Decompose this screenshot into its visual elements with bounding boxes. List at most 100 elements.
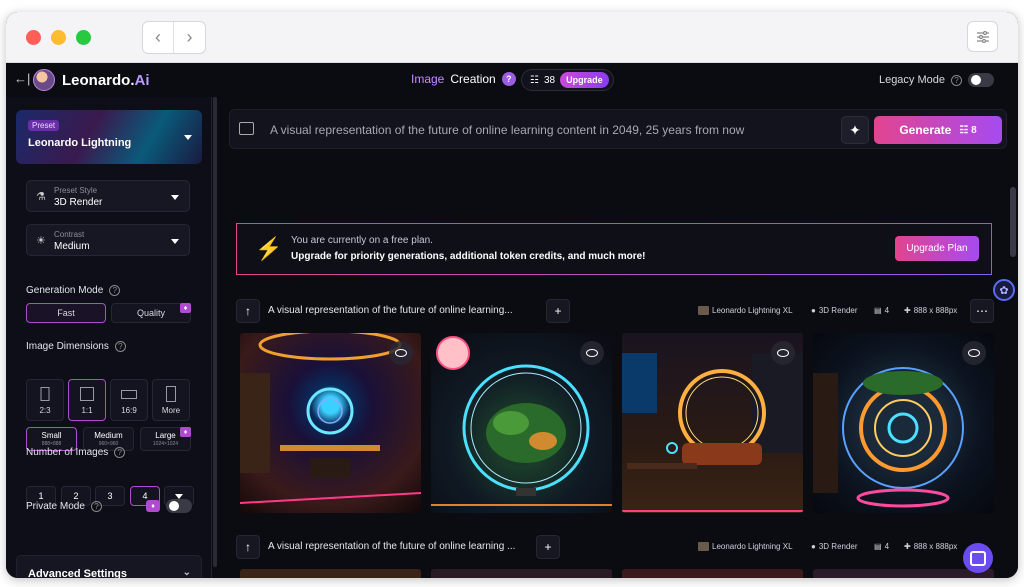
- eye-icon[interactable]: [580, 341, 604, 365]
- mode-fast-button[interactable]: Fast: [26, 303, 106, 323]
- ratio-more-button[interactable]: More: [152, 379, 190, 421]
- lightning-icon: ⚡: [255, 236, 283, 261]
- help-icon[interactable]: ?: [501, 72, 516, 86]
- generation-mode-heading: Generation Mode?: [26, 285, 121, 296]
- forward-button[interactable]: ›: [174, 22, 205, 53]
- prompt-input[interactable]: A visual representation of the future of…: [270, 123, 744, 137]
- generated-image-2[interactable]: [431, 333, 612, 513]
- chevron-down-icon: [175, 493, 183, 499]
- chat-support-icon[interactable]: [963, 543, 993, 573]
- token-icon: ☷: [530, 74, 539, 86]
- eye-icon[interactable]: [962, 341, 986, 365]
- free-plan-banner: ⚡ You are currently on a free plan. Upgr…: [236, 223, 992, 275]
- generation-style: ● 3D Render: [811, 542, 858, 551]
- advanced-settings-label: Advanced Settings: [28, 568, 128, 578]
- gem-icon: ♦: [180, 303, 191, 313]
- ratio-label: 2:3: [39, 406, 51, 415]
- generation-count: ▤ 4: [874, 542, 889, 551]
- generated-image-7[interactable]: [622, 569, 803, 578]
- upgrade-button[interactable]: Upgrade: [560, 72, 609, 88]
- page-title: Image Creation ?: [411, 72, 516, 86]
- browser-window: ‹ › ←| Leonardo.Ai Image Creation ? ☷ 38…: [6, 12, 1018, 578]
- help-icon[interactable]: ?: [951, 74, 962, 86]
- sliders-icon[interactable]: [967, 21, 998, 52]
- image-upload-icon[interactable]: [239, 122, 254, 135]
- generated-image-1[interactable]: [240, 333, 421, 513]
- ratio-label: 1:1: [81, 406, 93, 415]
- help-icon[interactable]: ?: [114, 341, 126, 352]
- model-name: Leonardo Lightning XL: [712, 542, 793, 551]
- add-button[interactable]: +: [546, 299, 570, 323]
- minimize-window-button[interactable]: [51, 30, 66, 45]
- image-dimensions-heading: Image Dimensions?: [26, 341, 126, 352]
- generation-prompt: A visual representation of the future of…: [268, 541, 516, 552]
- help-icon[interactable]: ?: [109, 285, 121, 296]
- add-button[interactable]: +: [536, 535, 560, 559]
- token-balance[interactable]: ☷ 38 Upgrade: [521, 69, 614, 91]
- private-mode-row: Private Mode ? ♦: [26, 499, 192, 513]
- image-count: 4: [884, 306, 890, 315]
- sidebar-scrollbar[interactable]: [213, 97, 217, 567]
- more-options-button[interactable]: ⋯: [970, 299, 994, 323]
- legacy-mode: Legacy Mode ?: [879, 73, 994, 87]
- main-scrollbar[interactable]: [1010, 187, 1016, 257]
- help-icon[interactable]: ?: [90, 501, 102, 512]
- maximize-window-button[interactable]: [76, 30, 91, 45]
- ratio-label: 16:9: [121, 406, 137, 415]
- generation-size: ✚ 888 x 888px: [904, 542, 957, 551]
- help-icon[interactable]: ?: [114, 447, 126, 458]
- contrast-select[interactable]: ☀ Contrast Medium: [26, 224, 190, 256]
- sparkle-icon[interactable]: ✦: [841, 116, 869, 144]
- close-window-button[interactable]: [26, 30, 41, 45]
- ratio-2-3-button[interactable]: 2:3: [26, 379, 64, 421]
- images-icon: ▤: [874, 306, 882, 315]
- generation-model: Leonardo Lightning XL: [698, 542, 793, 551]
- size-label: Small: [41, 431, 62, 440]
- style-name: 3D Render: [818, 542, 858, 551]
- avatar[interactable]: [33, 69, 55, 91]
- preset-style-select[interactable]: ⚗ Preset Style 3D Render: [26, 180, 190, 212]
- preset-style-label: Preset Style: [54, 186, 98, 195]
- drop-icon: ●: [811, 306, 816, 315]
- exit-arrow-icon[interactable]: ←|: [14, 71, 30, 86]
- generated-image-3[interactable]: [622, 333, 803, 513]
- size-large-button[interactable]: Large 1024×1024 ♦: [140, 427, 191, 451]
- eye-icon[interactable]: [389, 341, 413, 365]
- mode-quality-label: Quality: [136, 308, 165, 318]
- image-size: 888 x 888px: [913, 542, 958, 551]
- banner-line2: Upgrade for priority generations, additi…: [291, 251, 646, 262]
- eye-icon[interactable]: [771, 341, 795, 365]
- private-mode-toggle[interactable]: [166, 499, 192, 513]
- generate-button[interactable]: Generate ☷ 8: [874, 116, 1002, 144]
- generated-image-6[interactable]: [431, 569, 612, 578]
- contrast-value: Medium: [54, 241, 90, 252]
- settings-sidebar: Preset Leonardo Lightning ⚗ Preset Style…: [6, 97, 212, 578]
- legacy-mode-toggle[interactable]: [968, 73, 994, 87]
- mode-quality-button[interactable]: Quality ♦: [111, 303, 191, 323]
- preset-label: Preset: [28, 120, 60, 131]
- advanced-settings-toggle[interactable]: Advanced Settings ⌄: [16, 555, 202, 578]
- upgrade-plan-button[interactable]: Upgrade Plan: [895, 236, 979, 261]
- token-count: 38: [543, 74, 556, 86]
- app-header: ←| Leonardo.Ai Image Creation ? ☷ 38 Upg…: [6, 63, 1018, 97]
- ratio-1-1-button[interactable]: 1:1: [68, 379, 106, 421]
- preset-select[interactable]: Preset Leonardo Lightning: [16, 110, 202, 164]
- back-button[interactable]: ‹: [143, 22, 174, 53]
- contrast-label: Contrast: [54, 230, 85, 239]
- number-of-images-heading: Number of Images?: [26, 447, 126, 458]
- generated-image-5[interactable]: [240, 569, 421, 578]
- brain-icon[interactable]: ✿: [993, 279, 1015, 301]
- generated-image-8[interactable]: [813, 569, 994, 578]
- portrait-icon: [40, 387, 50, 401]
- generation-count: ▤ 4: [874, 306, 889, 315]
- ratio-16-9-button[interactable]: 16:9: [110, 379, 148, 421]
- style-name: 3D Render: [818, 306, 858, 315]
- reuse-prompt-button[interactable]: ↑: [236, 535, 260, 559]
- preset-value: Leonardo Lightning: [28, 137, 132, 149]
- landscape-icon: [121, 390, 137, 399]
- generated-image-4[interactable]: [813, 333, 994, 513]
- number-of-images-label: Number of Images: [26, 447, 109, 458]
- chevron-down-icon: ⌄: [182, 567, 191, 578]
- size-sub: 1024×1024: [152, 441, 179, 447]
- reuse-prompt-button[interactable]: ↑: [236, 299, 260, 323]
